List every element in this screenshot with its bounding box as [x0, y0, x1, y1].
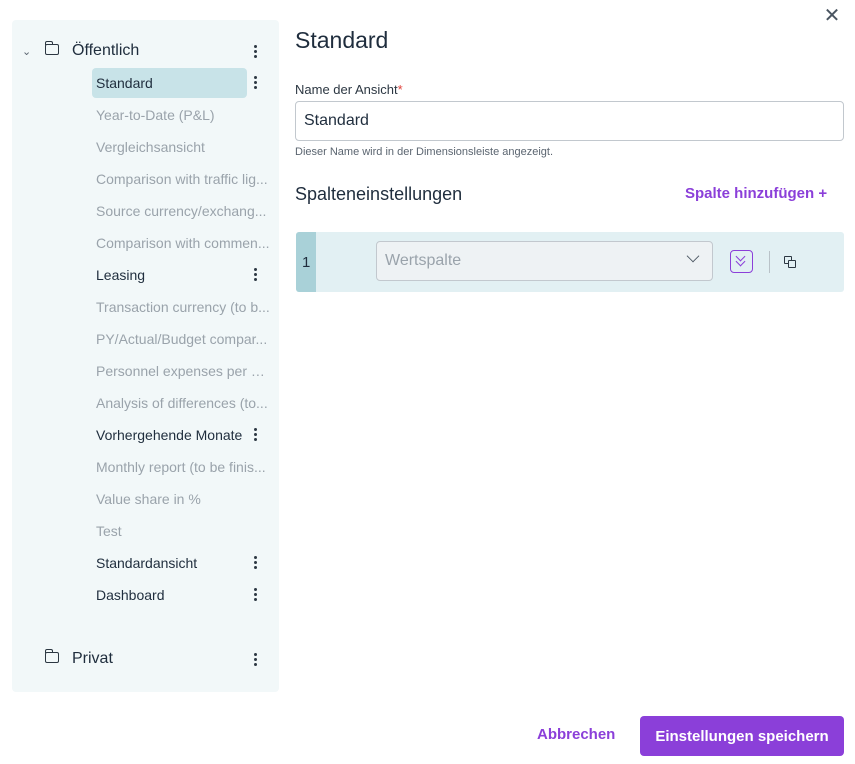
- chevron-down-icon[interactable]: ⌄: [22, 45, 34, 58]
- kebab-menu-icon[interactable]: [249, 584, 261, 604]
- sidebar-item[interactable]: Transaction currency (to b...: [92, 292, 270, 322]
- sidebar-item-label: Vergleichsansicht: [96, 139, 205, 155]
- column-row: 1 Wertspalte: [296, 232, 844, 292]
- kebab-menu-icon[interactable]: [249, 72, 261, 92]
- sidebar-item-label: Value share in %: [96, 491, 201, 507]
- chevron-down-icon: [686, 249, 700, 263]
- sidebar-item[interactable]: Year-to-Date (P&L): [92, 100, 270, 130]
- sidebar-item-label: Transaction currency (to b...: [96, 299, 270, 315]
- sidebar-item-label: Analysis of differences (to...: [96, 395, 268, 411]
- folder-public[interactable]: ⌄ Öffentlich: [12, 37, 279, 65]
- sidebar-item-label: Comparison with traffic lig...: [96, 171, 268, 187]
- sidebar-item-label: Personnel expenses per e...: [96, 363, 270, 379]
- sidebar-item[interactable]: Source currency/exchang...: [92, 196, 270, 226]
- expand-icon[interactable]: [730, 250, 753, 273]
- close-icon[interactable]: ✕: [820, 5, 844, 27]
- sidebar-item-label: Vorhergehende Monate: [96, 427, 243, 443]
- sidebar-item-label: Leasing: [96, 267, 146, 283]
- sidebar-item[interactable]: Personnel expenses per e...: [92, 356, 270, 386]
- sidebar-item-label: Comparison with commen...: [96, 235, 270, 251]
- sidebar-item[interactable]: Monthly report (to be finis...: [92, 452, 270, 482]
- sidebar-item[interactable]: Dashboard: [92, 580, 247, 610]
- sidebar-item-label: Standard: [96, 75, 153, 91]
- folder-private[interactable]: Privat: [12, 645, 279, 673]
- sidebar-item[interactable]: Leasing: [92, 260, 247, 290]
- sidebar-item-label: Source currency/exchang...: [96, 203, 267, 219]
- sidebar-item-label: Year-to-Date (P&L): [96, 107, 215, 123]
- folder-label: Öffentlich: [72, 42, 140, 59]
- sidebar-item[interactable]: Standard: [92, 68, 247, 98]
- sidebar-item[interactable]: Analysis of differences (to...: [92, 388, 270, 418]
- save-settings-button[interactable]: Einstellungen speichern: [640, 716, 844, 756]
- views-sidebar: ⌄ Öffentlich Standard Year-to-Date (P&L) V…: [12, 20, 279, 692]
- sidebar-item[interactable]: Comparison with commen...: [92, 228, 270, 258]
- sidebar-item-label: Dashboard: [96, 587, 165, 603]
- kebab-menu-icon[interactable]: [249, 41, 261, 61]
- divider: [769, 251, 770, 273]
- folder-icon: [44, 649, 59, 663]
- name-hint: Dieser Name wird in der Dimensionsleiste…: [295, 146, 554, 158]
- kebab-menu-icon[interactable]: [249, 424, 261, 444]
- sidebar-item[interactable]: Comparison with traffic lig...: [92, 164, 270, 194]
- column-number: 1: [302, 254, 311, 271]
- copy-icon[interactable]: [784, 256, 797, 269]
- view-name-input[interactable]: [295, 101, 844, 141]
- kebab-menu-icon[interactable]: [249, 649, 261, 669]
- add-column-button[interactable]: Spalte hinzufügen +: [685, 185, 827, 202]
- folder-label: Privat: [72, 650, 113, 667]
- sidebar-item[interactable]: PY/Actual/Budget compar...: [92, 324, 270, 354]
- required-marker: *: [397, 82, 403, 97]
- folder-icon: [44, 41, 59, 55]
- name-field-label: Name der Ansicht*: [295, 82, 403, 97]
- sidebar-item-label: Standardansicht: [96, 555, 198, 571]
- kebab-menu-icon[interactable]: [249, 264, 261, 284]
- kebab-menu-icon[interactable]: [249, 552, 261, 572]
- columns-section-title: Spalteneinstellungen: [295, 184, 463, 204]
- page-title: Standard: [295, 27, 389, 53]
- sidebar-item[interactable]: Vergleichsansicht: [92, 132, 270, 162]
- sidebar-item[interactable]: Standardansicht: [92, 548, 247, 578]
- cancel-button[interactable]: Abbrechen: [537, 726, 615, 743]
- value-column-select[interactable]: Wertspalte: [376, 241, 713, 281]
- sidebar-item[interactable]: Vorhergehende Monate: [92, 420, 247, 450]
- sidebar-item[interactable]: Test: [92, 516, 270, 546]
- sidebar-item-label: Monthly report (to be finis...: [96, 459, 266, 475]
- sidebar-item-label: PY/Actual/Budget compar...: [96, 331, 268, 347]
- sidebar-item[interactable]: Value share in %: [92, 484, 270, 514]
- select-placeholder: Wertspalte: [385, 252, 462, 269]
- sidebar-item-label: Test: [96, 523, 122, 539]
